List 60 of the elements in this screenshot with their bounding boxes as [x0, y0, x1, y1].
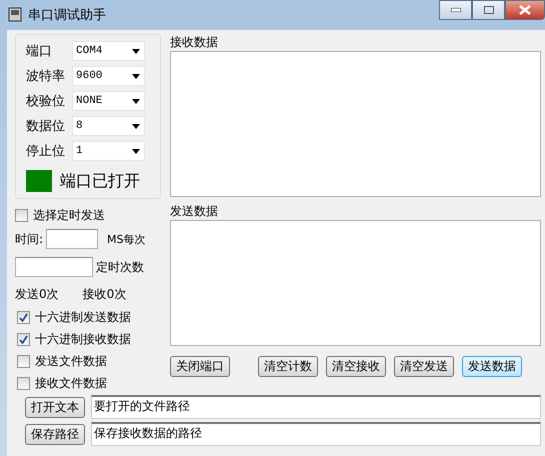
window-title: 串口调试助手	[28, 7, 107, 24]
setting-label: 停止位	[26, 143, 66, 160]
action-button[interactable]: 发送数据	[462, 356, 522, 377]
check-mark-icon	[19, 335, 28, 344]
maximize-button[interactable]	[472, 0, 505, 20]
dropdown[interactable]: 9600	[72, 66, 145, 86]
time-label: 时间:	[15, 230, 44, 248]
dropdown[interactable]: 8	[72, 116, 145, 136]
action-button[interactable]: 清空接收	[326, 356, 386, 377]
checkbox-box[interactable]	[17, 377, 30, 390]
dropdown-arrow-icon	[132, 124, 140, 128]
count-input[interactable]	[15, 257, 93, 277]
checkbox-label: 选择定时发送	[33, 207, 105, 224]
checkbox[interactable]: 发送文件数据	[17, 353, 161, 370]
time-input[interactable]	[46, 229, 98, 249]
file-button[interactable]: 保存路径	[25, 424, 85, 445]
receive-label: 接收数据	[170, 34, 219, 51]
setting-label: 端口	[26, 43, 53, 60]
checkbox[interactable]: 接收文件数据	[17, 375, 161, 392]
path-field[interactable]: 保存接收数据的路径	[91, 422, 541, 446]
path-field[interactable]: 要打开的文件路径	[91, 395, 541, 419]
dropdown-arrow-icon	[132, 48, 140, 54]
setting-label: 波特率	[26, 68, 66, 85]
action-button[interactable]: 清空计数	[258, 356, 318, 377]
dropdown-arrow-icon	[132, 98, 140, 104]
checkbox-box[interactable]	[17, 333, 30, 346]
dropdown[interactable]: NONE	[72, 91, 145, 111]
file-button[interactable]: 打开文本	[25, 397, 85, 418]
checkbox-box[interactable]	[17, 311, 30, 324]
close-button[interactable]	[505, 0, 545, 20]
minimize-icon	[450, 8, 460, 12]
check-mark-icon	[19, 313, 28, 322]
action-button[interactable]: 清空发送	[394, 356, 454, 377]
checkbox[interactable]: 十六进制接收数据	[17, 331, 161, 348]
unit-label: MS每次	[107, 232, 146, 246]
maximize-icon	[484, 6, 494, 14]
count-label: 定时次数	[96, 258, 144, 276]
send-text-area[interactable]	[170, 220, 541, 346]
dropdown[interactable]: 1	[72, 141, 145, 161]
action-button[interactable]: 关闭端口	[170, 356, 230, 377]
checkbox-label: 十六进制接收数据	[35, 331, 131, 348]
app-icon	[8, 7, 22, 23]
checkbox-label: 接收文件数据	[35, 375, 107, 392]
checkbox-label: 十六进制发送数据	[35, 309, 131, 326]
setting-label: 校验位	[26, 93, 66, 110]
checkbox-label: 发送文件数据	[35, 353, 107, 370]
port-status-text: 端口已打开	[60, 170, 140, 192]
counter-text: 发送0次	[15, 286, 59, 303]
minimize-button[interactable]	[439, 0, 472, 20]
checkbox-box[interactable]	[15, 209, 28, 222]
counter-text: 接收0次	[82, 286, 126, 303]
setting-label: 数据位	[26, 118, 66, 135]
dropdown-arrow-icon	[132, 74, 140, 78]
close-icon	[519, 5, 531, 15]
dropdown-arrow-icon	[132, 148, 140, 154]
send-label: 发送数据	[170, 203, 219, 220]
checkbox-box[interactable]	[17, 355, 30, 368]
checkbox[interactable]: 选择定时发送	[15, 207, 161, 224]
checkbox[interactable]: 十六进制发送数据	[17, 309, 161, 326]
dropdown[interactable]: COM4	[72, 41, 145, 61]
